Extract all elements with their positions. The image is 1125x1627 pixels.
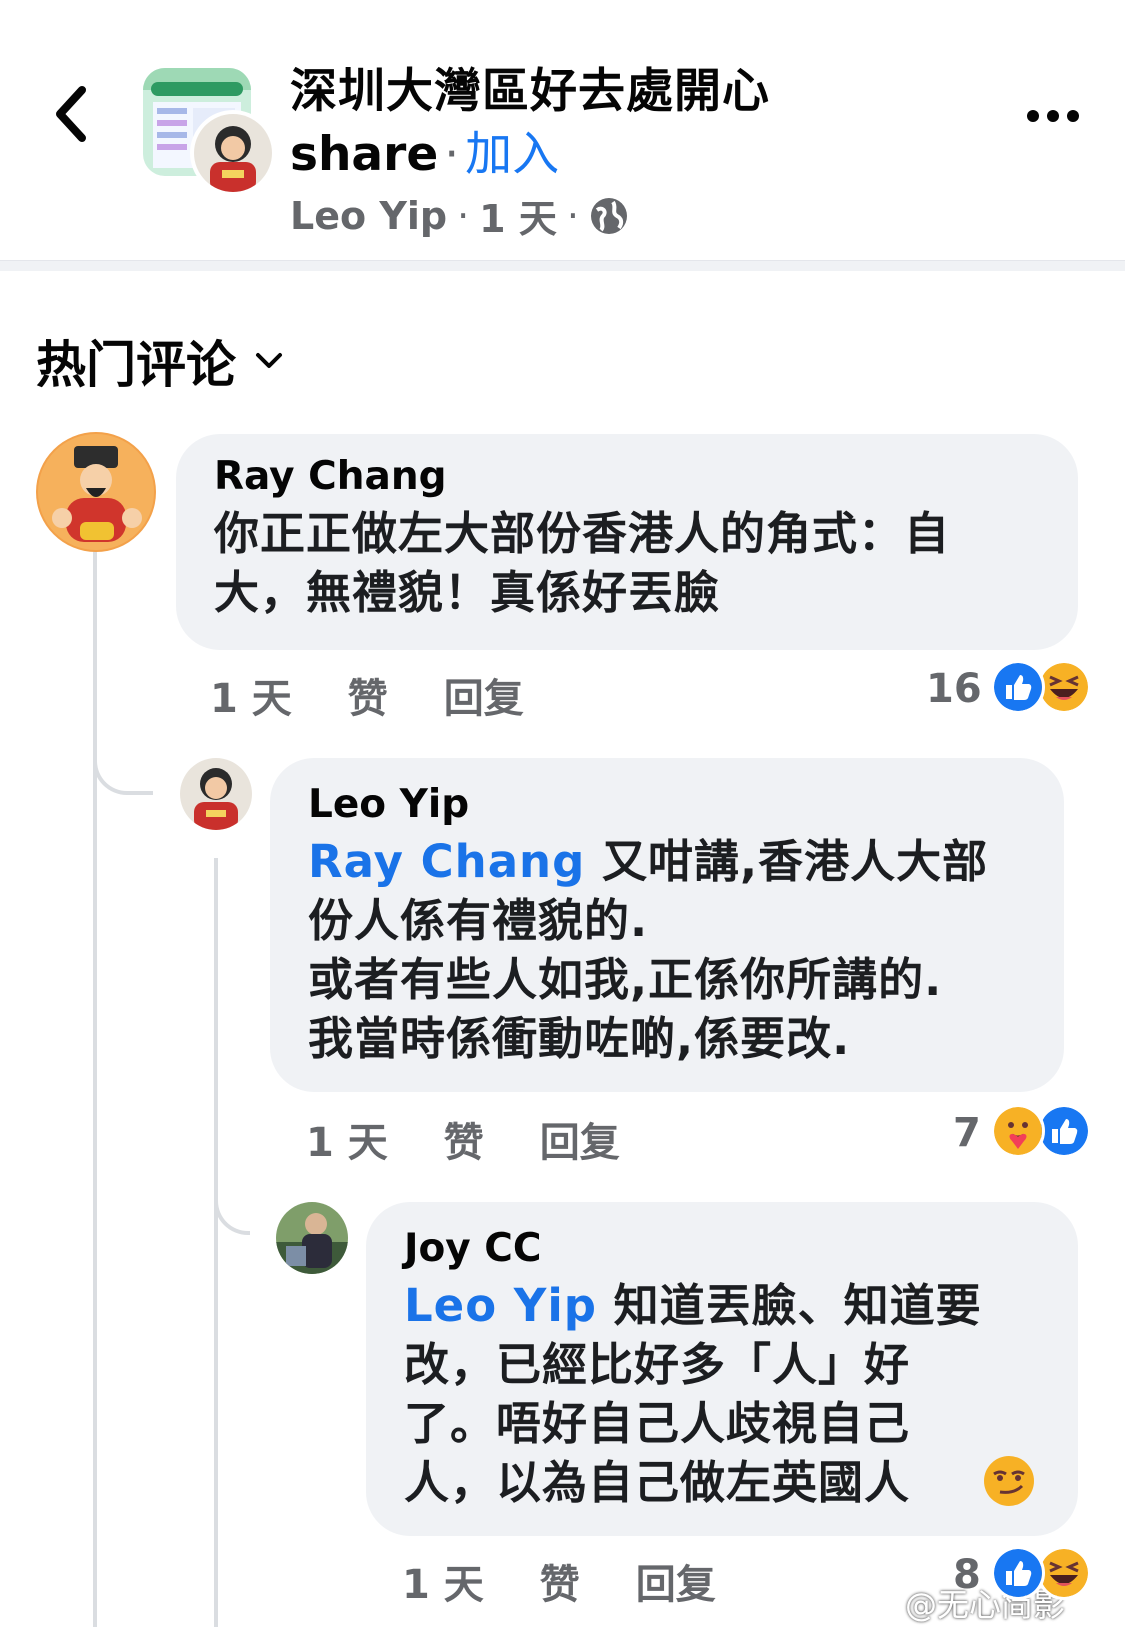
comment-bubble: Ray Chang 你正正做左大部份香港人的角式：自 大，無禮貌！真係好丟臉 — [176, 434, 1078, 650]
post-author-name[interactable]: Leo Yip — [290, 194, 447, 238]
thread-line-1 — [93, 545, 97, 1627]
title-separator: · — [444, 127, 460, 182]
reaction-count[interactable]: 16 — [926, 666, 982, 712]
leo-yip-avatar-image — [180, 758, 252, 830]
comment-avatar[interactable] — [276, 1202, 348, 1274]
post-header: 深圳大灣區好去處開心 share · 加入 Leo Yip · 1 天 · — [0, 0, 1125, 262]
group-title-line2: share · 加入 — [290, 115, 559, 184]
comment-author-name[interactable]: Leo Yip — [308, 782, 1026, 828]
like-reaction-icon[interactable] — [1037, 1104, 1091, 1158]
join-group-button[interactable]: 加入 — [465, 127, 559, 182]
thread-line-2 — [214, 858, 218, 1627]
post-author-avatar[interactable] — [190, 110, 276, 196]
comment-time[interactable]: 1 天 — [210, 666, 292, 724]
post-meta: Leo Yip · 1 天 · — [290, 188, 629, 243]
comment-author-name[interactable]: Ray Chang — [214, 454, 1040, 500]
reply-button[interactable]: 回复 — [540, 1110, 620, 1168]
reply-button[interactable]: 回复 — [444, 666, 524, 724]
comment-bubble: Joy CC Leo Yip 知道丟臉、知道要 改，已經比好多「人」好 了。唔好… — [366, 1202, 1078, 1536]
comment-text: Ray Chang 又咁講,香港人大部 份人係有禮貌的. 或者有些人如我,正係你… — [308, 832, 1026, 1068]
author-avatar-image — [194, 114, 272, 192]
reply-button[interactable]: 回复 — [636, 1552, 716, 1610]
comment-time[interactable]: 1 天 — [402, 1552, 484, 1610]
back-chevron-icon — [56, 86, 86, 142]
chevron-down-icon — [256, 353, 282, 368]
globe-icon — [590, 197, 627, 234]
section-divider — [0, 260, 1125, 271]
sort-label: 热门评论 — [36, 336, 236, 394]
comment-actions: 1 天 赞 回复 — [306, 1110, 620, 1168]
comment-text: Leo Yip 知道丟臉、知道要 改，已經比好多「人」好 了。唔好自己人歧視自己… — [404, 1276, 1040, 1512]
like-button[interactable]: 赞 — [348, 666, 388, 724]
comment-actions: 1 天 赞 回复 — [402, 1552, 716, 1610]
meta-separator: · — [457, 193, 470, 238]
care-reaction-icon[interactable] — [991, 1104, 1045, 1158]
like-button[interactable]: 赞 — [444, 1110, 484, 1168]
thread-branch-2 — [214, 1160, 250, 1235]
group-title-suffix[interactable]: share — [290, 127, 438, 182]
thread-branch-1 — [93, 720, 153, 795]
comment-sort-dropdown[interactable]: 热门评论 — [36, 325, 284, 397]
group-title[interactable]: 深圳大灣區好去處開心 — [290, 52, 770, 121]
more-options-icon — [1027, 110, 1079, 122]
haha-reaction-icon[interactable] — [1037, 660, 1091, 714]
haha-reaction-icon[interactable] — [1037, 1546, 1091, 1600]
more-options-button[interactable] — [1026, 96, 1080, 136]
meta-separator-2: · — [566, 193, 579, 238]
comment-time[interactable]: 1 天 — [306, 1110, 388, 1168]
comment-body: 你正正做左大部份香港人的角式：自 大，無禮貌！真係好丟臉 — [214, 507, 951, 619]
back-button[interactable] — [48, 84, 98, 144]
like-reaction-icon[interactable] — [991, 1546, 1045, 1600]
joy-cc-avatar-image — [276, 1202, 348, 1274]
comment-text: 你正正做左大部份香港人的角式：自 大，無禮貌！真係好丟臉 — [214, 504, 1040, 622]
ray-chang-avatar-image — [36, 432, 156, 552]
post-time[interactable]: 1 天 — [479, 188, 557, 243]
comment-bubble: Leo Yip Ray Chang 又咁講,香港人大部 份人係有禮貌的. 或者有… — [270, 758, 1064, 1092]
comment-actions: 1 天 赞 回复 — [210, 666, 524, 724]
comment-avatar[interactable] — [180, 758, 252, 830]
comment-author-name[interactable]: Joy CC — [404, 1226, 1040, 1272]
smirk-emoji-icon — [984, 1456, 1034, 1506]
comment-avatar[interactable] — [36, 432, 156, 552]
comment-mention-link[interactable]: Ray Chang — [308, 835, 585, 888]
comment-mention-link[interactable]: Leo Yip — [404, 1279, 597, 1332]
reaction-count[interactable]: 7 — [953, 1110, 981, 1156]
like-reaction-icon[interactable] — [991, 660, 1045, 714]
like-button[interactable]: 赞 — [540, 1552, 580, 1610]
